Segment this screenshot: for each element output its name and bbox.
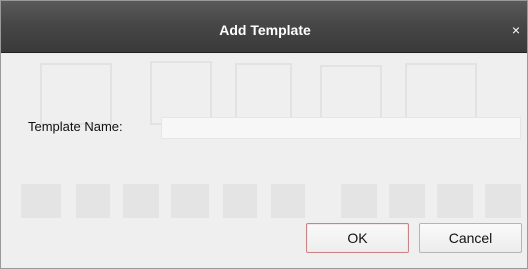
template-name-input[interactable] (161, 117, 521, 139)
close-icon[interactable]: × (509, 23, 523, 37)
dialog-titlebar[interactable]: Add Template × (1, 1, 527, 53)
ok-button[interactable]: OK (306, 223, 409, 253)
cancel-button[interactable]: Cancel (419, 223, 522, 253)
add-template-dialog: Add Template × Template Name: OK Cancel (0, 0, 528, 269)
template-name-label: Template Name: (28, 119, 123, 134)
dialog-title: Add Template (219, 22, 311, 38)
